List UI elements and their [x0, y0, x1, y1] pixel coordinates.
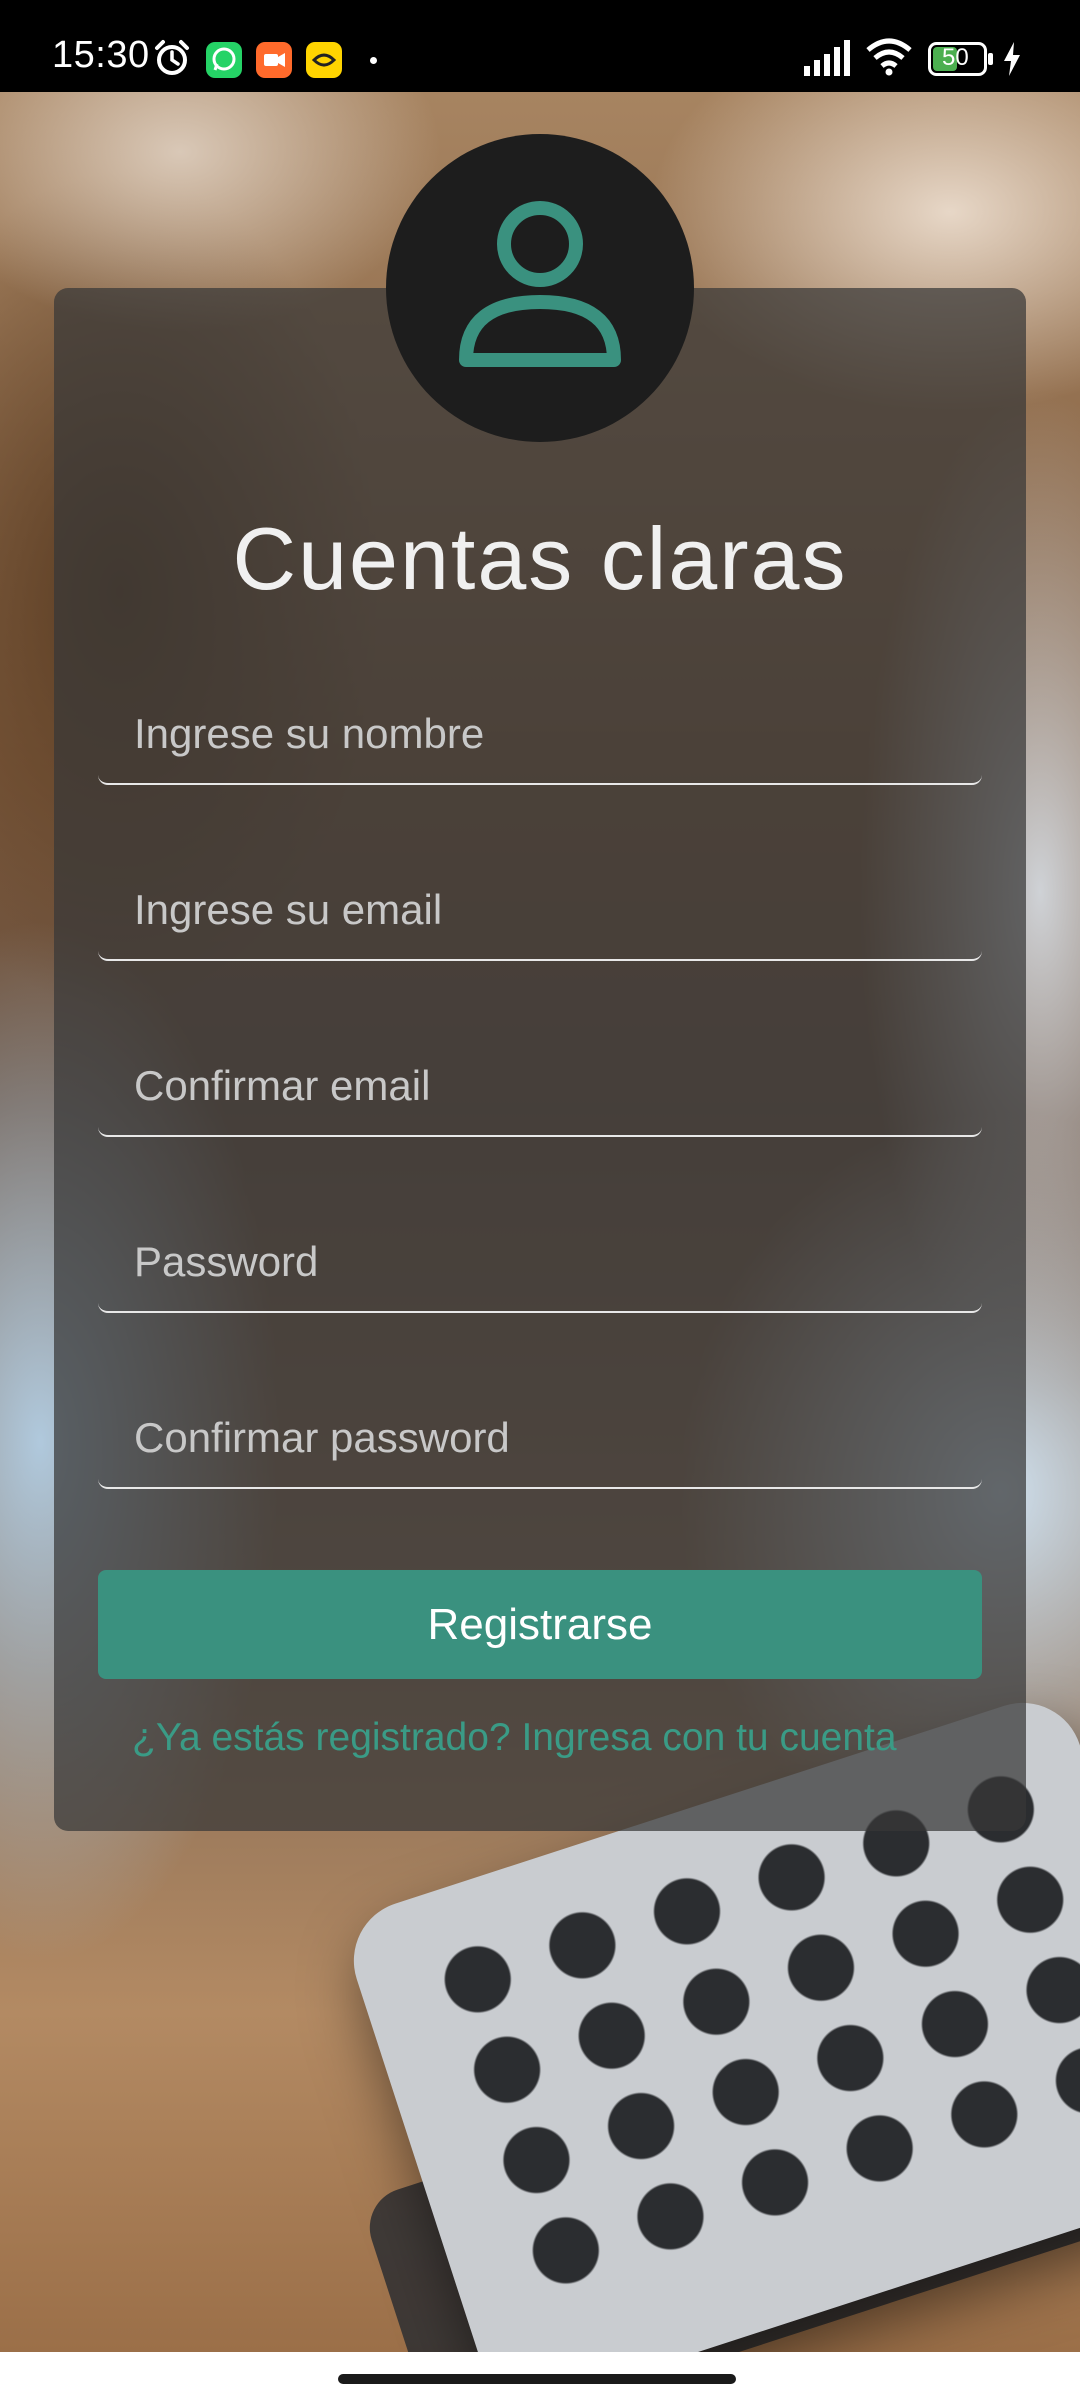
wifi-icon [866, 38, 912, 81]
password-field-wrapper [98, 1193, 982, 1313]
email-input[interactable] [98, 841, 982, 961]
battery-icon: 50 [928, 42, 994, 81]
status-bar: 15:30 50 [0, 0, 1080, 92]
status-time: 15:30 [52, 34, 150, 76]
battery-level: 50 [942, 44, 969, 71]
name-field-wrapper [98, 665, 982, 785]
email-field-wrapper [98, 841, 982, 961]
password-input[interactable] [98, 1193, 982, 1313]
register-button[interactable]: Registrarse [98, 1570, 982, 1679]
signal-icon [804, 40, 854, 81]
name-input[interactable] [98, 665, 982, 785]
navigation-bar [0, 2352, 1080, 2400]
confirm-email-field-wrapper [98, 1017, 982, 1137]
login-link[interactable]: ¿Ya estás registrado? Ingresa con tu cue… [132, 1716, 897, 1760]
confirm-password-field-wrapper [98, 1369, 982, 1489]
home-gesture-handle[interactable] [338, 2374, 736, 2384]
yellow-app-icon [306, 42, 342, 83]
whatsapp-icon [206, 42, 242, 83]
confirm-email-input[interactable] [98, 1017, 982, 1137]
confirm-password-input[interactable] [98, 1369, 982, 1489]
user-icon [459, 201, 621, 367]
alarm-icon [152, 38, 192, 83]
notification-dot-icon [370, 57, 377, 64]
avatar [386, 134, 694, 442]
video-app-icon [256, 42, 292, 83]
page-title: Cuentas claras [232, 509, 848, 608]
charging-icon [1002, 42, 1022, 81]
